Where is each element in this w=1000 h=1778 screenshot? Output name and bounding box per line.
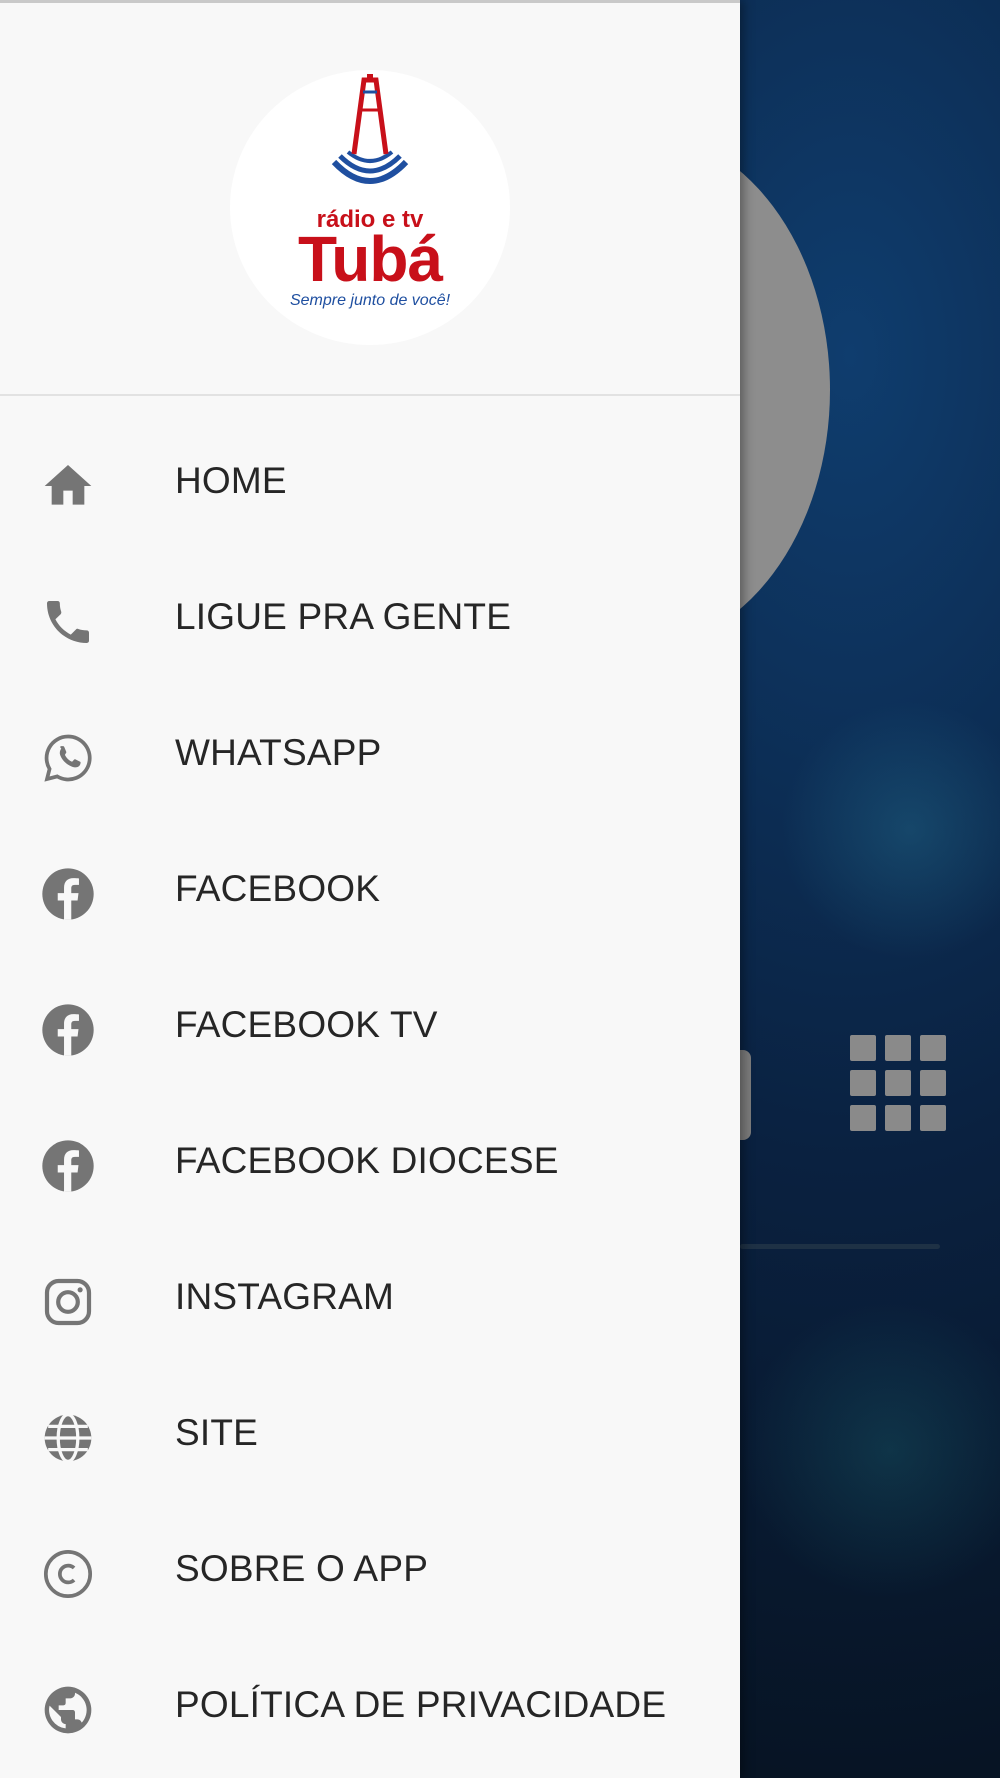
status-strip bbox=[0, 0, 740, 3]
menu-item-label: FACEBOOK bbox=[175, 868, 381, 909]
public-globe-icon bbox=[38, 1680, 98, 1740]
background-glow bbox=[780, 700, 1000, 960]
menu-item-facebook-tv[interactable]: FACEBOOK TV bbox=[0, 956, 740, 1092]
navigation-drawer: rádio e tv Tubá Sempre junto de você! HO… bbox=[0, 0, 740, 1778]
menu-item-facebook[interactable]: FACEBOOK bbox=[0, 820, 740, 956]
menu-item-label: SOBRE O APP bbox=[175, 1548, 429, 1589]
menu-item-label: WHATSAPP bbox=[175, 732, 382, 773]
menu-item-facebook-diocese[interactable]: FACEBOOK DIOCESE bbox=[0, 1092, 740, 1228]
menu-item-label: FACEBOOK DIOCESE bbox=[175, 1140, 559, 1181]
copyright-icon bbox=[38, 1544, 98, 1604]
facebook-icon bbox=[38, 1136, 98, 1196]
menu-item-whatsapp[interactable]: WHATSAPP bbox=[0, 684, 740, 820]
logo-title: Tubá bbox=[297, 223, 443, 295]
facebook-icon bbox=[38, 864, 98, 924]
drawer-header: rádio e tv Tubá Sempre junto de você! bbox=[0, 0, 740, 396]
menu-item-about[interactable]: SOBRE O APP bbox=[0, 1500, 740, 1636]
background-glow bbox=[740, 1300, 1000, 1600]
menu-item-home[interactable]: HOME bbox=[0, 412, 740, 548]
menu-item-label: FACEBOOK TV bbox=[175, 1004, 438, 1045]
whatsapp-icon bbox=[38, 728, 98, 788]
app-logo: rádio e tv Tubá Sempre junto de você! bbox=[230, 70, 510, 345]
drawer-menu: HOME LIGUE PRA GENTE WHATSAPP FACEBOOK F… bbox=[0, 412, 740, 1772]
home-icon bbox=[38, 456, 98, 516]
globe-icon bbox=[38, 1408, 98, 1468]
menu-item-instagram[interactable]: INSTAGRAM bbox=[0, 1228, 740, 1364]
menu-item-label: INSTAGRAM bbox=[175, 1276, 395, 1317]
menu-item-phone[interactable]: LIGUE PRA GENTE bbox=[0, 548, 740, 684]
menu-item-label: HOME bbox=[175, 460, 287, 501]
instagram-icon bbox=[38, 1272, 98, 1332]
logo-tagline: Sempre junto de você! bbox=[289, 292, 451, 309]
menu-item-label: SITE bbox=[175, 1412, 259, 1453]
phone-icon bbox=[38, 592, 98, 652]
menu-item-label: POLÍTICA DE PRIVACIDADE bbox=[175, 1684, 667, 1725]
facebook-icon bbox=[38, 1000, 98, 1060]
grid-menu-icon[interactable] bbox=[850, 1035, 946, 1131]
menu-item-site[interactable]: SITE bbox=[0, 1364, 740, 1500]
menu-item-privacy-policy[interactable]: POLÍTICA DE PRIVACIDADE bbox=[0, 1636, 740, 1772]
progress-line bbox=[740, 1244, 940, 1249]
menu-item-label: LIGUE PRA GENTE bbox=[175, 596, 512, 637]
